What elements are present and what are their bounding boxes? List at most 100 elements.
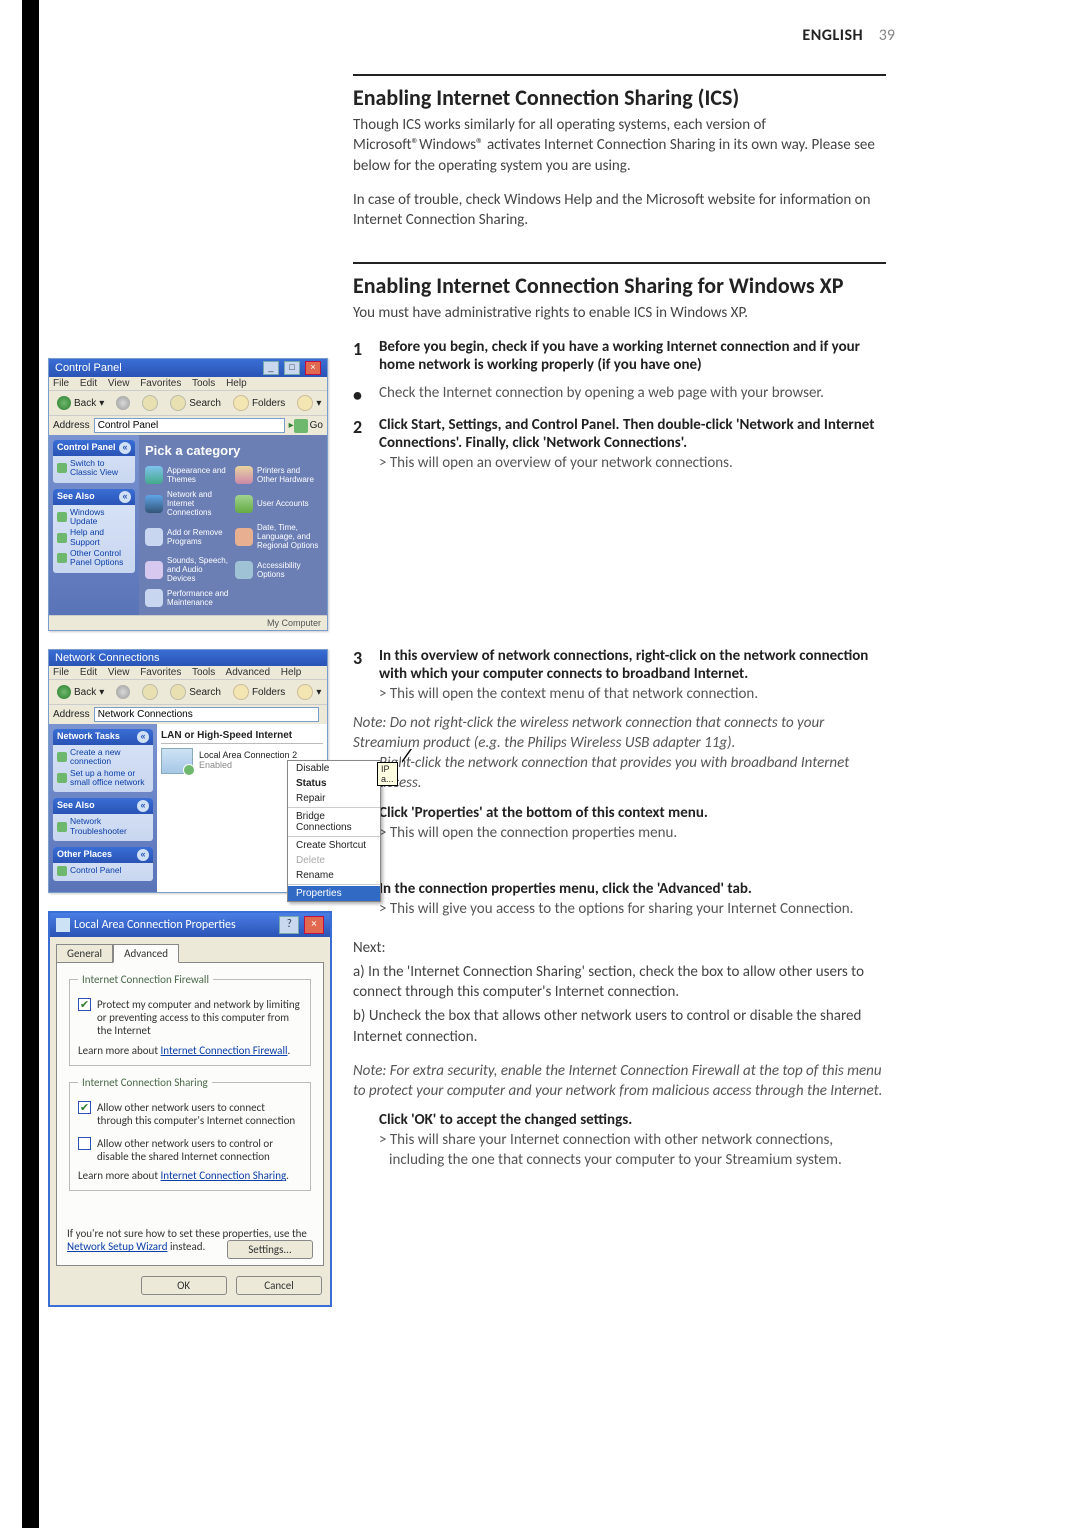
collapse-icon[interactable]: « <box>137 731 149 743</box>
category-item[interactable]: Printers and Other Hardware <box>235 466 321 484</box>
other-places-header: Other Places <box>57 849 112 861</box>
ok-button[interactable]: OK <box>141 1276 227 1295</box>
other-places-link[interactable]: Control Panel <box>57 866 149 876</box>
address-input[interactable] <box>94 707 319 722</box>
minimize-button[interactable]: _ <box>263 361 279 375</box>
search-icon <box>170 395 186 411</box>
see-also-link[interactable]: Windows Update <box>57 508 131 527</box>
ctx-disable[interactable]: Disable <box>288 761 380 776</box>
next-label: Next: <box>353 938 886 958</box>
menu-view[interactable]: View <box>108 667 130 678</box>
step-number-2: 2 <box>353 416 379 472</box>
back-button[interactable]: Back ▾ <box>53 395 108 411</box>
menu-bar[interactable]: File Edit View Favorites Tools Advanced … <box>49 666 327 679</box>
views-button[interactable]: ▾ <box>293 394 325 412</box>
back-button[interactable]: Back ▾ <box>53 684 108 700</box>
titlebar[interactable]: Local Area Connection Properties ? × <box>50 913 330 937</box>
ics-control-checkbox[interactable] <box>78 1137 91 1150</box>
menu-favorites[interactable]: Favorites <box>140 667 181 678</box>
category-item[interactable]: Network and Internet Connections <box>145 490 231 517</box>
search-button[interactable]: Search <box>166 394 225 412</box>
menu-help[interactable]: Help <box>226 378 247 389</box>
forward-button[interactable] <box>112 395 134 411</box>
connection-properties-dialog: Local Area Connection Properties ? × Gen… <box>48 911 332 1307</box>
collapse-icon[interactable]: « <box>119 442 131 454</box>
step-4-sub: > This will open the connection properti… <box>379 824 886 842</box>
category-item[interactable]: Sounds, Speech, and Audio Devices <box>145 556 231 583</box>
see-also-header: See Also <box>57 800 95 812</box>
see-also-link[interactable]: Network Troubleshooter <box>57 817 149 836</box>
see-also-link[interactable]: Other Control Panel Options <box>57 549 131 568</box>
cursor-icon <box>401 748 415 766</box>
category-item[interactable]: Performance and Maintenance <box>145 589 231 607</box>
wizard-link[interactable]: Network Setup Wizard <box>67 1240 168 1253</box>
category-icon <box>145 561 163 579</box>
menu-file[interactable]: File <box>53 378 69 389</box>
forward-icon <box>116 396 130 410</box>
window-title: Network Connections <box>55 652 160 664</box>
folders-button[interactable]: Folders <box>229 683 289 701</box>
menu-view[interactable]: View <box>108 378 130 389</box>
maximize-button[interactable]: □ <box>284 361 300 375</box>
menu-help[interactable]: Help <box>281 667 302 678</box>
section-ics-title: Enabling Internet Connection Sharing (IC… <box>353 74 886 111</box>
search-icon <box>170 684 186 700</box>
switch-classic-link[interactable]: Switch to Classic View <box>57 459 131 478</box>
menu-file[interactable]: File <box>53 667 69 678</box>
menu-edit[interactable]: Edit <box>80 667 97 678</box>
titlebar[interactable]: Control Panel _ □ × <box>49 359 327 377</box>
tab-advanced[interactable]: Advanced <box>113 944 179 963</box>
menu-tools[interactable]: Tools <box>192 667 215 678</box>
network-task-link[interactable]: Create a new connection <box>57 748 149 767</box>
connection-icon <box>161 748 193 774</box>
category-item[interactable]: Accessibility Options <box>235 556 321 583</box>
menu-tools[interactable]: Tools <box>192 378 215 389</box>
address-input[interactable] <box>94 418 285 433</box>
category-item[interactable]: User Accounts <box>235 490 321 517</box>
network-task-link[interactable]: Set up a home or small office network <box>57 769 149 788</box>
collapse-icon[interactable]: « <box>137 849 149 861</box>
ctx-rename[interactable]: Rename <box>288 868 380 883</box>
ctx-shortcut[interactable]: Create Shortcut <box>288 838 380 853</box>
ctx-delete[interactable]: Delete <box>288 853 380 868</box>
category-item[interactable]: Appearance and Themes <box>145 466 231 484</box>
collapse-icon[interactable]: « <box>119 491 131 503</box>
category-item[interactable]: Add or Remove Programs <box>145 523 231 550</box>
firewall-checkbox[interactable]: ✔ <box>78 998 91 1011</box>
settings-button[interactable]: Settings... <box>227 1240 313 1259</box>
tab-general[interactable]: General <box>56 944 113 963</box>
ok-sub1: > This will share your Internet connecti… <box>379 1131 886 1149</box>
ctx-repair[interactable]: Repair <box>288 791 380 806</box>
folders-button[interactable]: Folders <box>229 394 289 412</box>
menu-bar[interactable]: File Edit View Favorites Tools Help <box>49 377 327 390</box>
ics-learn-link[interactable]: Internet Connection Sharing <box>161 1169 287 1182</box>
search-button[interactable]: Search <box>166 683 225 701</box>
category-icon <box>235 466 253 484</box>
menu-edit[interactable]: Edit <box>80 378 97 389</box>
forward-button[interactable] <box>112 684 134 700</box>
dot-icon <box>57 752 67 762</box>
collapse-icon[interactable]: « <box>137 800 149 812</box>
help-button[interactable]: ? <box>279 916 299 934</box>
ctx-status[interactable]: Status <box>288 776 380 791</box>
ctx-bridge[interactable]: Bridge Connections <box>288 809 380 835</box>
views-button[interactable]: ▾ <box>293 683 325 701</box>
menu-advanced[interactable]: Advanced <box>226 667 270 678</box>
cancel-button[interactable]: Cancel <box>236 1276 322 1295</box>
up-button[interactable] <box>138 683 162 701</box>
firewall-learn-link[interactable]: Internet Connection Firewall <box>161 1044 288 1057</box>
go-button[interactable] <box>294 419 308 433</box>
ics-allow-checkbox[interactable]: ✔ <box>78 1101 91 1114</box>
close-button[interactable]: × <box>305 361 321 375</box>
close-button[interactable]: × <box>304 916 324 934</box>
titlebar[interactable]: Network Connections <box>49 650 327 666</box>
ctx-properties[interactable]: Properties <box>288 886 380 901</box>
menu-favorites[interactable]: Favorites <box>140 378 181 389</box>
see-also-link[interactable]: Help and Support <box>57 528 131 547</box>
up-icon <box>142 395 158 411</box>
category-item[interactable]: Date, Time, Language, and Regional Optio… <box>235 523 321 550</box>
up-button[interactable] <box>138 394 162 412</box>
side-cp-header: Control Panel <box>57 442 116 454</box>
language-label: ENGLISH <box>802 26 863 45</box>
category-icon <box>145 528 163 546</box>
